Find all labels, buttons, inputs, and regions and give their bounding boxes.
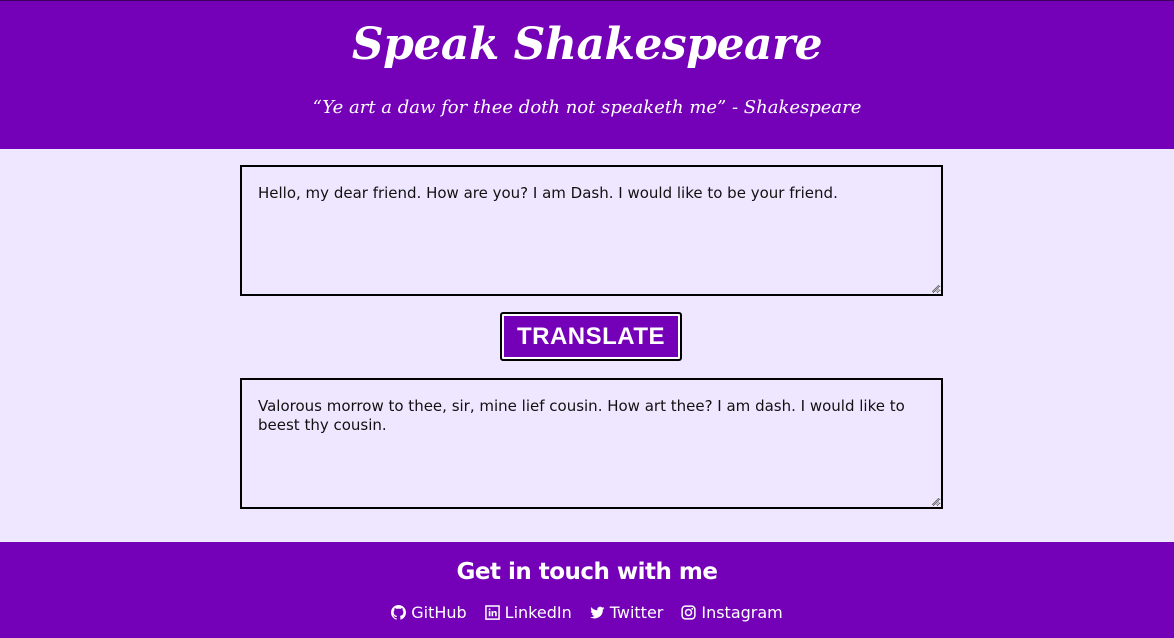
footer-title: Get in touch with me — [456, 559, 718, 585]
instagram-link[interactable]: Instagram — [681, 603, 783, 622]
page-title: Speak Shakespeare — [351, 19, 823, 70]
instagram-icon — [681, 605, 696, 620]
tagline: “Ye art a daw for thee doth not speaketh… — [312, 97, 862, 118]
github-label: GitHub — [411, 603, 467, 622]
site-header: Speak Shakespeare “Ye art a daw for thee… — [0, 0, 1174, 149]
output-textarea[interactable]: Valorous morrow to thee, sir, mine lief … — [240, 378, 943, 509]
input-textarea[interactable]: Hello, my dear friend. How are you? I am… — [240, 165, 943, 296]
github-icon — [391, 605, 407, 620]
linkedin-link[interactable]: LinkedIn — [484, 603, 572, 622]
instagram-label: Instagram — [701, 603, 783, 622]
twitter-label: Twitter — [609, 603, 664, 622]
resize-grip[interactable] — [932, 498, 939, 505]
twitter-link[interactable]: Twitter — [589, 603, 664, 622]
twitter-icon — [589, 606, 605, 619]
social-links: GitHub LinkedIn Twitter Instagram — [0, 603, 1174, 622]
linkedin-label: LinkedIn — [504, 603, 572, 622]
github-link[interactable]: GitHub — [391, 603, 467, 622]
translate-button[interactable]: TRANSLATE — [504, 316, 678, 357]
translate-button-frame: TRANSLATE — [500, 312, 682, 361]
translator-section: Hello, my dear friend. How are you? I am… — [0, 149, 1174, 542]
site-footer: Get in touch with me GitHub LinkedIn Twi… — [0, 542, 1174, 638]
linkedin-icon — [484, 605, 500, 620]
resize-grip[interactable] — [932, 285, 939, 292]
